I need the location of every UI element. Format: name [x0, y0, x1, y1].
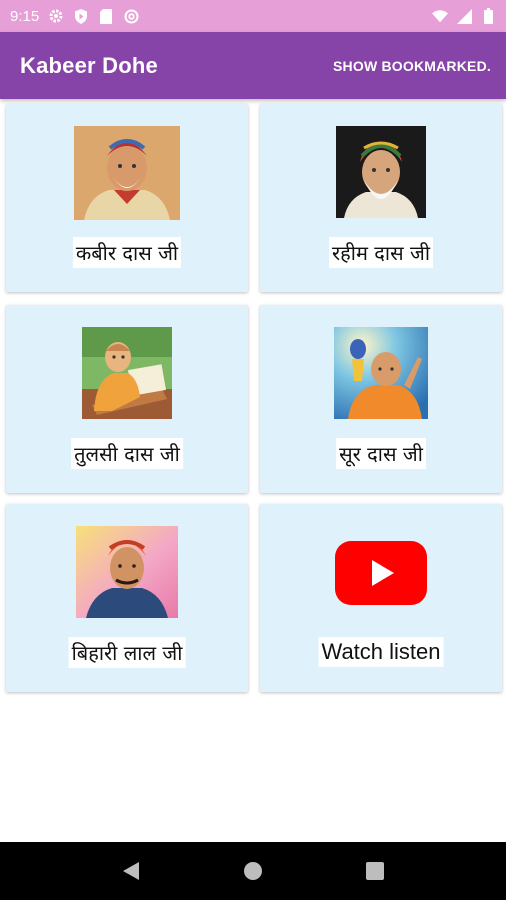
- poet-card-label: तुलसी दास जी: [71, 438, 183, 469]
- wifi-icon: [432, 8, 448, 24]
- status-bar: 9:15: [0, 0, 506, 32]
- poet-card-label: कबीर दास जी: [72, 237, 182, 268]
- poet-card-label: सूर दास जी: [336, 438, 426, 469]
- shield-play-icon: [73, 8, 89, 24]
- kabir-portrait: [74, 126, 180, 220]
- at-sign-icon: [123, 8, 139, 24]
- surdas-portrait: [334, 327, 428, 419]
- poet-card-rahim[interactable]: रहीम दास जी: [260, 104, 502, 292]
- poet-card-label: रहीम दास जी: [329, 237, 433, 268]
- show-bookmarked-button[interactable]: SHOW BOOKMARKED.: [333, 58, 491, 74]
- settings-icon: [48, 8, 64, 24]
- status-time: 9:15: [10, 7, 40, 25]
- youtube-icon: [334, 540, 428, 606]
- rahim-portrait: [336, 126, 426, 218]
- system-nav-bar: [0, 842, 506, 900]
- poet-card-tulsi[interactable]: तुलसी दास जी: [6, 305, 248, 493]
- app-title: Kabeer Dohe: [20, 52, 158, 78]
- battery-icon: [480, 8, 496, 24]
- sd-card-icon: [98, 8, 114, 24]
- back-icon[interactable]: [111, 851, 151, 891]
- poet-card-bihari[interactable]: बिहारी लाल जी: [6, 504, 248, 692]
- poet-card-label: बिहारी लाल जी: [68, 637, 186, 668]
- recents-icon[interactable]: [355, 851, 395, 891]
- poet-card-surdas[interactable]: सूर दास जी: [260, 305, 502, 493]
- poet-card-kabir[interactable]: कबीर दास जी: [6, 104, 248, 292]
- watch-listen-label: Watch listen: [318, 637, 444, 667]
- home-icon[interactable]: [233, 851, 273, 891]
- app-bar: Kabeer Dohe SHOW BOOKMARKED.: [0, 32, 506, 99]
- watch-listen-card[interactable]: Watch listen: [260, 504, 502, 692]
- signal-icon: [456, 8, 472, 24]
- tulsi-portrait: [82, 327, 172, 419]
- bihari-portrait: [76, 526, 178, 618]
